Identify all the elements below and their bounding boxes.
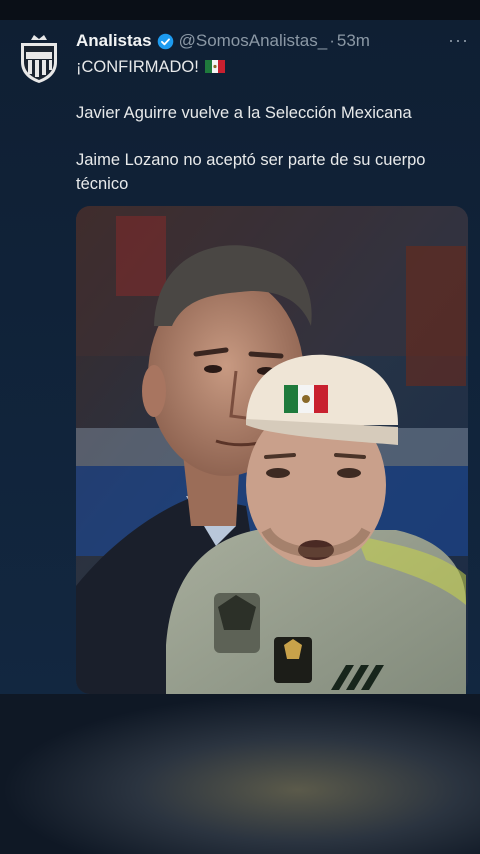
club-crest-icon[interactable]: [18, 34, 60, 84]
video-overlay-person: [166, 345, 466, 725]
more-options-icon[interactable]: ···: [448, 30, 469, 51]
status-bar: [0, 0, 480, 20]
blurred-background: [0, 694, 480, 854]
tweet-text-line: ¡CONFIRMADO!: [76, 58, 199, 76]
tweet-text-line: Javier Aguirre vuelve a la Selección Mex…: [76, 104, 412, 122]
separator: ·: [329, 31, 335, 50]
account-handle[interactable]: @SomosAnalistas_: [179, 31, 328, 51]
verified-badge-icon: [157, 33, 174, 50]
mexico-flag-icon: [204, 56, 225, 73]
tweet-text-line: Jaime Lozano no aceptó ser parte de su c…: [76, 151, 426, 169]
tweet-line-confirmed: ¡CONFIRMADO!: [76, 55, 225, 79]
tweet-header: Analistas @SomosAnalistas_ · 53m: [76, 30, 370, 52]
account-name[interactable]: Analistas: [76, 31, 152, 51]
timestamp[interactable]: 53m: [337, 31, 370, 51]
tweet-text-line: técnico: [76, 175, 129, 193]
